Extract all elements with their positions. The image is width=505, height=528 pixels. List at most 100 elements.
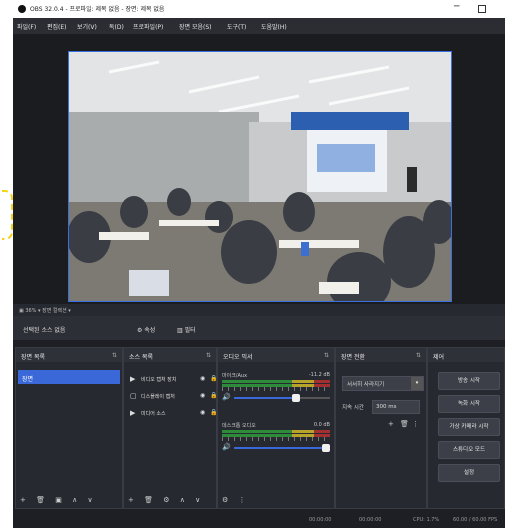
transition-menu-button[interactable]: ⋮ bbox=[412, 420, 419, 428]
channel-name: 마이크/Aux bbox=[222, 373, 248, 379]
menu-dock[interactable]: 독(D) bbox=[109, 22, 124, 31]
display-capture-icon: ▢ bbox=[130, 392, 137, 400]
mixer-settings-button[interactable]: ⚙ bbox=[222, 496, 228, 504]
streaming-time: 00:00:00 bbox=[359, 517, 382, 523]
obs-logo-icon bbox=[18, 5, 26, 13]
source-item[interactable]: ▶ 비디오 캡처 장치 ◉ 🔒 bbox=[130, 373, 220, 385]
sources-toolbar: + 🗑 ⚙ ∧ ∨ bbox=[128, 496, 208, 504]
settings-button[interactable]: 설정 bbox=[438, 464, 500, 482]
source-item[interactable]: ▶ 미디어 소스 ◉ 🔒 bbox=[130, 407, 220, 419]
duration-value: 300 ms bbox=[376, 404, 397, 410]
source-name: 비디오 캡처 장치 bbox=[141, 377, 177, 383]
speaker-icon[interactable]: 🔊 bbox=[222, 393, 231, 401]
sources-header: 소스 목록 ⇅ bbox=[124, 348, 216, 362]
mixer-channel-desktop: 데스크톱 오디오 0.0 dB 🔊 bbox=[222, 422, 330, 456]
cpu-usage: CPU: 1.7% bbox=[413, 517, 440, 523]
scenes-toolbar: + 🗑 ▣ ∧ ∨ bbox=[20, 496, 101, 504]
scene-down-button[interactable]: ∨ bbox=[87, 496, 92, 504]
scenes-header: 장면 목록 ⇅ bbox=[16, 348, 122, 362]
volume-slider[interactable] bbox=[234, 447, 330, 449]
filters-button[interactable]: ▥ 필터 bbox=[177, 325, 196, 334]
transitions-header: 장면 전환 ⇅ bbox=[336, 348, 426, 362]
speaker-icon[interactable]: 🔊 bbox=[222, 443, 231, 451]
mixer-menu-button[interactable]: ⋮ bbox=[239, 496, 246, 504]
add-transition-button[interactable]: + bbox=[388, 420, 394, 428]
volume-meter bbox=[222, 380, 330, 383]
zoom-indicator[interactable]: ▣ 36% ▾ 장면 컬렉션 ▾ bbox=[19, 307, 71, 314]
minimize-button[interactable]: ─ bbox=[454, 2, 459, 12]
visibility-eye-icon[interactable]: ◉ bbox=[200, 409, 205, 416]
source-properties-button[interactable]: ⚙ bbox=[163, 496, 169, 504]
mixer-title: 오디오 믹서 bbox=[223, 354, 253, 361]
volume-slider-handle[interactable] bbox=[292, 394, 300, 402]
studio-mode-button[interactable]: 스튜디오 모드 bbox=[438, 441, 500, 459]
visibility-eye-icon[interactable]: ◉ bbox=[200, 392, 205, 399]
source-down-button[interactable]: ∨ bbox=[195, 496, 200, 504]
scene-up-button[interactable]: ∧ bbox=[72, 496, 77, 504]
volume-meter bbox=[222, 430, 330, 433]
sources-title: 소스 목록 bbox=[129, 354, 153, 361]
menu-scene-collection[interactable]: 장면 모음(S) bbox=[179, 22, 211, 31]
dock-grip-icon[interactable]: ⇅ bbox=[206, 352, 211, 359]
source-item[interactable]: ▢ 디스플레이 캡처 ◉ 🔒 bbox=[130, 390, 220, 402]
scene-filters-button[interactable]: ▣ bbox=[55, 496, 62, 504]
source-name: 디스플레이 캡처 bbox=[141, 394, 175, 400]
add-source-button[interactable]: + bbox=[128, 496, 134, 504]
menu-profile[interactable]: 프로파일(P) bbox=[133, 22, 163, 31]
meter-ticks bbox=[222, 437, 330, 441]
mixer-header: 오디오 믹서 ⇅ bbox=[218, 348, 334, 362]
dock-grip-icon[interactable]: ⇅ bbox=[324, 352, 329, 359]
mixer-toolbar: ⚙ ⋮ bbox=[222, 496, 254, 504]
controls-dock: 제어 방송 시작 녹화 시작 가상 카메라 시작 스튜디오 모드 설정 bbox=[427, 347, 505, 509]
controls-title: 제어 bbox=[433, 354, 445, 361]
source-context-bar: 선택된 소스 없음 ⚙ 속성 ▥ 필터 bbox=[13, 316, 505, 340]
scenes-dock: 장면 목록 ⇅ 장면 + 🗑 ▣ ∧ ∨ bbox=[15, 347, 123, 509]
dock-grip-icon[interactable]: ⇅ bbox=[112, 352, 117, 359]
channel-db: -11.2 dB bbox=[308, 372, 330, 378]
maximize-button[interactable] bbox=[478, 5, 486, 13]
menu-bar: 파일(F) 편집(E) 보기(V) 독(D) 프로파일(P) 장면 모음(S) … bbox=[13, 18, 505, 34]
no-source-label: 선택된 소스 없음 bbox=[23, 327, 66, 334]
add-scene-button[interactable]: + bbox=[20, 496, 26, 504]
recording-time: 00:00:00 bbox=[309, 517, 332, 523]
menu-view[interactable]: 보기(V) bbox=[77, 22, 97, 31]
menu-edit[interactable]: 편집(E) bbox=[47, 22, 67, 31]
obs-window: OBS 32.0.4 - 프로파일: 제목 없음 - 장면: 제목 없음 ─ 파… bbox=[2, 0, 505, 528]
selection-marker bbox=[2, 190, 13, 240]
video-capture-icon: ▶ bbox=[130, 375, 136, 383]
controls-header: 제어 bbox=[428, 348, 504, 362]
scene-item[interactable]: 장면 bbox=[18, 370, 120, 384]
media-source-icon: ▶ bbox=[130, 409, 136, 417]
menu-tools[interactable]: 도구(T) bbox=[227, 22, 246, 31]
mixer-channel-mic: 마이크/Aux -11.2 dB 🔊 bbox=[222, 372, 330, 406]
transitions-title: 장면 전환 bbox=[341, 354, 365, 361]
visibility-eye-icon[interactable]: ◉ bbox=[200, 375, 205, 382]
remove-transition-button[interactable]: 🗑 bbox=[400, 420, 409, 428]
start-recording-button[interactable]: 녹화 시작 bbox=[438, 395, 500, 413]
preview-area[interactable] bbox=[13, 34, 505, 304]
properties-button[interactable]: ⚙ 속성 bbox=[137, 325, 155, 334]
transition-select[interactable]: 서서히 사라지기 ▾ bbox=[342, 376, 424, 391]
transitions-dock: 장면 전환 ⇅ 서서히 사라지기 ▾ 지속 시간 300 ms + 🗑 ⋮ bbox=[335, 347, 427, 509]
source-up-button[interactable]: ∧ bbox=[180, 496, 185, 504]
menu-file[interactable]: 파일(F) bbox=[17, 22, 36, 31]
volume-slider-handle[interactable] bbox=[322, 444, 330, 452]
channel-name: 데스크톱 오디오 bbox=[222, 423, 256, 429]
status-bar: 00:00:00 00:00:00 CPU: 1.7% 60.00 / 60.0… bbox=[13, 513, 505, 528]
start-streaming-button[interactable]: 방송 시작 bbox=[438, 372, 500, 390]
menu-help[interactable]: 도움말(H) bbox=[261, 22, 287, 31]
chevron-down-icon: ▾ bbox=[411, 377, 423, 390]
meter-ticks bbox=[222, 387, 330, 391]
volume-slider-rest bbox=[296, 397, 330, 399]
title-bar: OBS 32.0.4 - 프로파일: 제목 없음 - 장면: 제목 없음 ─ bbox=[13, 0, 505, 18]
remove-scene-button[interactable]: 🗑 bbox=[36, 496, 45, 504]
duration-label: 지속 시간 bbox=[342, 405, 364, 411]
sources-dock: 소스 목록 ⇅ ▶ 비디오 캡처 장치 ◉ 🔒 ▢ 디스플레이 캡처 ◉ 🔒 ▶… bbox=[123, 347, 217, 509]
duration-input[interactable]: 300 ms bbox=[372, 400, 420, 414]
start-virtual-camera-button[interactable]: 가상 카메라 시작 bbox=[438, 418, 500, 436]
transition-value: 서서히 사라지기 bbox=[347, 382, 385, 388]
dock-grip-icon[interactable]: ⇅ bbox=[416, 352, 421, 359]
preview-canvas[interactable] bbox=[68, 51, 452, 302]
remove-source-button[interactable]: 🗑 bbox=[144, 496, 153, 504]
channel-db: 0.0 dB bbox=[313, 422, 330, 428]
